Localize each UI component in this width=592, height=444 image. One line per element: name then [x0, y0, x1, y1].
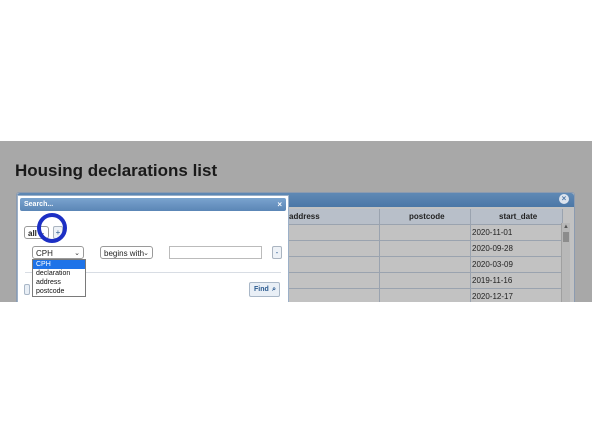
page-overlay: Housing declarations list × address post…: [0, 141, 592, 302]
search-dialog: Search... × all ⌄ + CPH ⌄ begins with ⌄ …: [17, 195, 289, 302]
field-option[interactable]: CPH: [33, 260, 85, 269]
field-option[interactable]: address: [33, 278, 85, 287]
search-icon: ⌕: [272, 286, 276, 293]
start-date-cell: 2020-12-17: [472, 292, 513, 301]
field-option[interactable]: declaration: [33, 269, 85, 278]
column-header-start-date[interactable]: start_date: [499, 209, 537, 224]
start-date-cell: 2020-09-28: [472, 244, 513, 253]
field-options-dropdown[interactable]: CPH declaration address postcode: [32, 259, 86, 297]
grid-close-icon[interactable]: ×: [559, 194, 569, 204]
dialog-title: Search...: [24, 201, 54, 208]
highlight-circle: [37, 213, 67, 243]
scroll-up-icon[interactable]: ▲: [562, 223, 570, 231]
reset-button[interactable]: [24, 284, 30, 295]
close-icon[interactable]: ×: [277, 198, 282, 211]
dialog-title-bar[interactable]: Search... ×: [20, 198, 286, 211]
find-button[interactable]: Find ⌕: [249, 282, 280, 297]
remove-rule-button[interactable]: -: [272, 246, 282, 259]
search-value-input[interactable]: [169, 246, 262, 259]
find-button-label: Find: [254, 286, 269, 293]
scroll-thumb[interactable]: [563, 232, 569, 242]
start-date-cell: 2020-11-01: [472, 228, 513, 237]
grid-scrollbar[interactable]: ▲: [561, 223, 570, 302]
field-option[interactable]: postcode: [33, 287, 85, 296]
start-date-cell: 2020-03-09: [472, 260, 513, 269]
column-header-postcode[interactable]: postcode: [409, 209, 445, 224]
page-title: Housing declarations list: [15, 161, 218, 180]
operator-select[interactable]: begins with ⌄: [100, 246, 153, 259]
group-operator-value: all: [28, 229, 37, 238]
chevron-down-icon: ⌄: [143, 250, 149, 257]
operator-select-value: begins with: [104, 249, 145, 258]
column-header-address[interactable]: address: [289, 209, 320, 224]
field-select[interactable]: CPH ⌄: [32, 246, 84, 259]
start-date-cell: 2019-11-16: [472, 276, 513, 285]
field-select-value: CPH: [36, 249, 53, 258]
